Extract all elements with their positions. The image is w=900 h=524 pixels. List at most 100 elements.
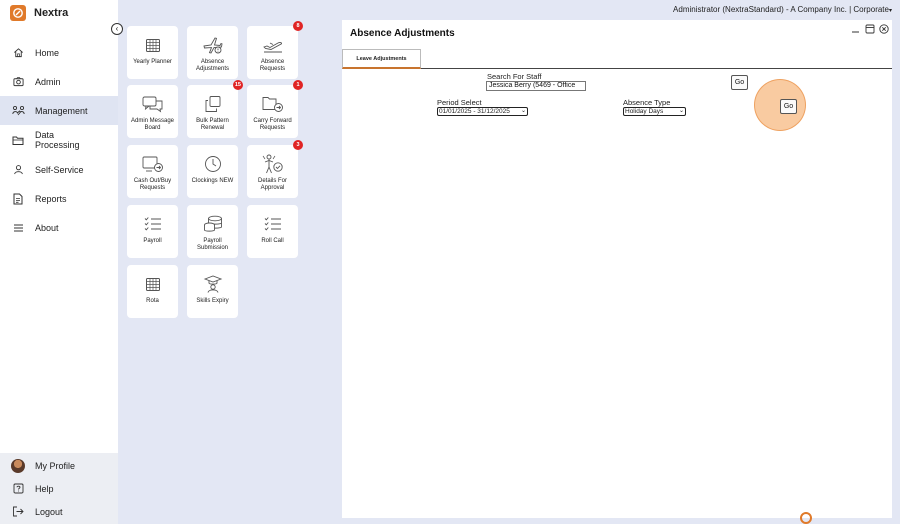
tile-roll-call[interactable]: Roll Call [247,205,298,258]
sidebar-item-label: Reports [35,193,67,204]
sidebar-item-label: Home [35,47,60,58]
minimize-icon[interactable] [850,23,861,34]
tile-label: Admin Message Board [130,118,175,131]
tile-label: Roll Call [261,238,284,244]
notification-badge: 15 [232,80,243,90]
tile-payroll[interactable]: Payroll [127,205,178,258]
sidebar-item-self-service[interactable]: Self-Service [0,155,118,184]
notification-badge: 3 [293,140,303,150]
graduation-icon [203,274,223,294]
page-title: Absence Adjustments [350,28,455,39]
brand[interactable]: Nextra [10,5,68,21]
sidebar-item-label: My Profile [35,460,76,471]
tile-absence-adjustments[interactable]: Absence Adjustments [187,26,238,79]
nextra-logo-icon [10,5,26,21]
panel-tabs: Leave Adjustments [342,49,892,69]
tile-details-for-approval[interactable]: Details For Approval 3 [247,140,303,198]
caret-down-icon: ▾ [888,8,892,14]
sidebar-bottom: My Profile Help Logout [0,453,118,524]
tile-label: Yearly Planner [133,59,172,65]
copy-icon [204,94,222,114]
tile-label: Clockings NEW [191,178,234,184]
tab-leave-adjustments[interactable]: Leave Adjustments [342,49,421,69]
absence-type-label: Absence Type [623,98,671,107]
period-select-value: 01/01/2025 - 31/12/2025 [439,108,510,115]
notification-badge: 8 [293,21,303,31]
home-icon [11,46,25,60]
chevron-down-icon: ⌄ [678,108,684,114]
tile-bulk-pattern-renewal[interactable]: Bulk Pattern Renewal 15 [187,80,243,138]
sidebar-nav: Home Admin Management Data Processing Se… [0,38,118,242]
tile-absence-requests[interactable]: Absence Requests 8 [247,21,303,79]
folder-icon [11,133,25,147]
folder-arrow-icon [262,94,284,114]
absence-type-select[interactable]: Holiday Days ⌄ [623,107,686,116]
avatar [11,458,25,473]
maximize-icon[interactable] [864,23,875,34]
tile-label: Absence Adjustments [195,59,229,72]
close-icon[interactable] [878,23,889,34]
calendar-icon [145,274,161,294]
topbar-user[interactable]: Administrator (NextraStandard) - A Compa… [673,5,892,14]
absence-adjustments-panel: Absence Adjustments Leave Adjustments Se… [342,20,892,518]
screen-arrow-icon [142,154,164,174]
period-select[interactable]: 01/01/2025 - 31/12/2025 ⌄ [437,107,528,116]
tile-label: Payroll [143,238,162,244]
nextra-logo-icon [800,512,812,524]
clock-icon [204,154,222,174]
chevron-left-icon: ‹ [115,24,119,33]
logout-icon [11,505,25,519]
collapse-sidebar-button[interactable]: ‹ [111,23,123,35]
sidebar-item-data-processing[interactable]: Data Processing [0,125,118,155]
tile-label: Rota [146,298,159,304]
checklist-icon [264,214,282,234]
calendar-icon [145,35,161,55]
tile-yearly-planner[interactable]: Yearly Planner [127,26,178,79]
sidebar-item-label: Data Processing [35,130,80,150]
tile-skills-expiry[interactable]: Skills Expiry [187,265,238,318]
checklist-icon [144,214,162,234]
sidebar-item-about[interactable]: About [0,213,118,242]
sidebar-item-reports[interactable]: Reports [0,184,118,213]
avatar-image [11,458,25,473]
sidebar-item-management[interactable]: Management [0,96,118,125]
sidebar-item-help[interactable]: Help [0,477,118,500]
submit-go-button[interactable]: Go [780,99,797,114]
sidebar-item-label: Management [35,105,88,116]
tile-carry-forward-requests[interactable]: Carry Forward Requests 1 [247,80,303,138]
brand-name: Nextra [34,7,69,19]
notification-badge: 1 [293,80,303,90]
report-icon [11,192,25,206]
plane-takeoff-icon [262,35,284,55]
tile-label: Absence Requests [259,59,286,72]
tile-admin-message-board[interactable]: Admin Message Board [127,85,178,138]
sidebar-item-admin[interactable]: Admin [0,67,118,96]
tile-cash-out-buy-requests[interactable]: Cash Out/Buy Requests [127,145,178,198]
tile-label: Skills Expiry [196,298,229,304]
plane-alert-icon [202,35,224,55]
search-staff-label: Search For Staff [487,72,542,81]
camera-icon [11,75,25,89]
chevron-down-icon: ⌄ [520,108,526,114]
help-icon [11,482,25,496]
sidebar-item-label: Admin [35,76,61,87]
management-icon [11,104,25,118]
sidebar-item-logout[interactable]: Logout [0,500,118,523]
sidebar-item-my-profile[interactable]: My Profile [0,454,118,477]
tile-label: Bulk Pattern Renewal [196,118,229,131]
period-select-label: Period Select [437,98,482,107]
sidebar-item-label: Logout [35,506,63,517]
sidebar-item-label: Help [35,483,54,494]
window-controls [850,23,889,34]
tile-rota[interactable]: Rota [127,265,178,318]
search-staff-input[interactable]: Jessica Berry (5469 - Office [486,81,586,91]
user-context-text: Administrator (NextraStandard) - A Compa… [673,5,889,14]
person-check-icon [262,154,284,174]
sidebar-item-label: About [35,222,59,233]
tile-clockings-new[interactable]: Clockings NEW [187,145,238,198]
tile-label: Cash Out/Buy Requests [133,178,172,191]
sidebar-item-home[interactable]: Home [0,38,118,67]
coins-icon [203,214,223,234]
tile-payroll-submission[interactable]: Payroll Submission [187,205,238,258]
search-go-button[interactable]: Go [731,75,748,90]
